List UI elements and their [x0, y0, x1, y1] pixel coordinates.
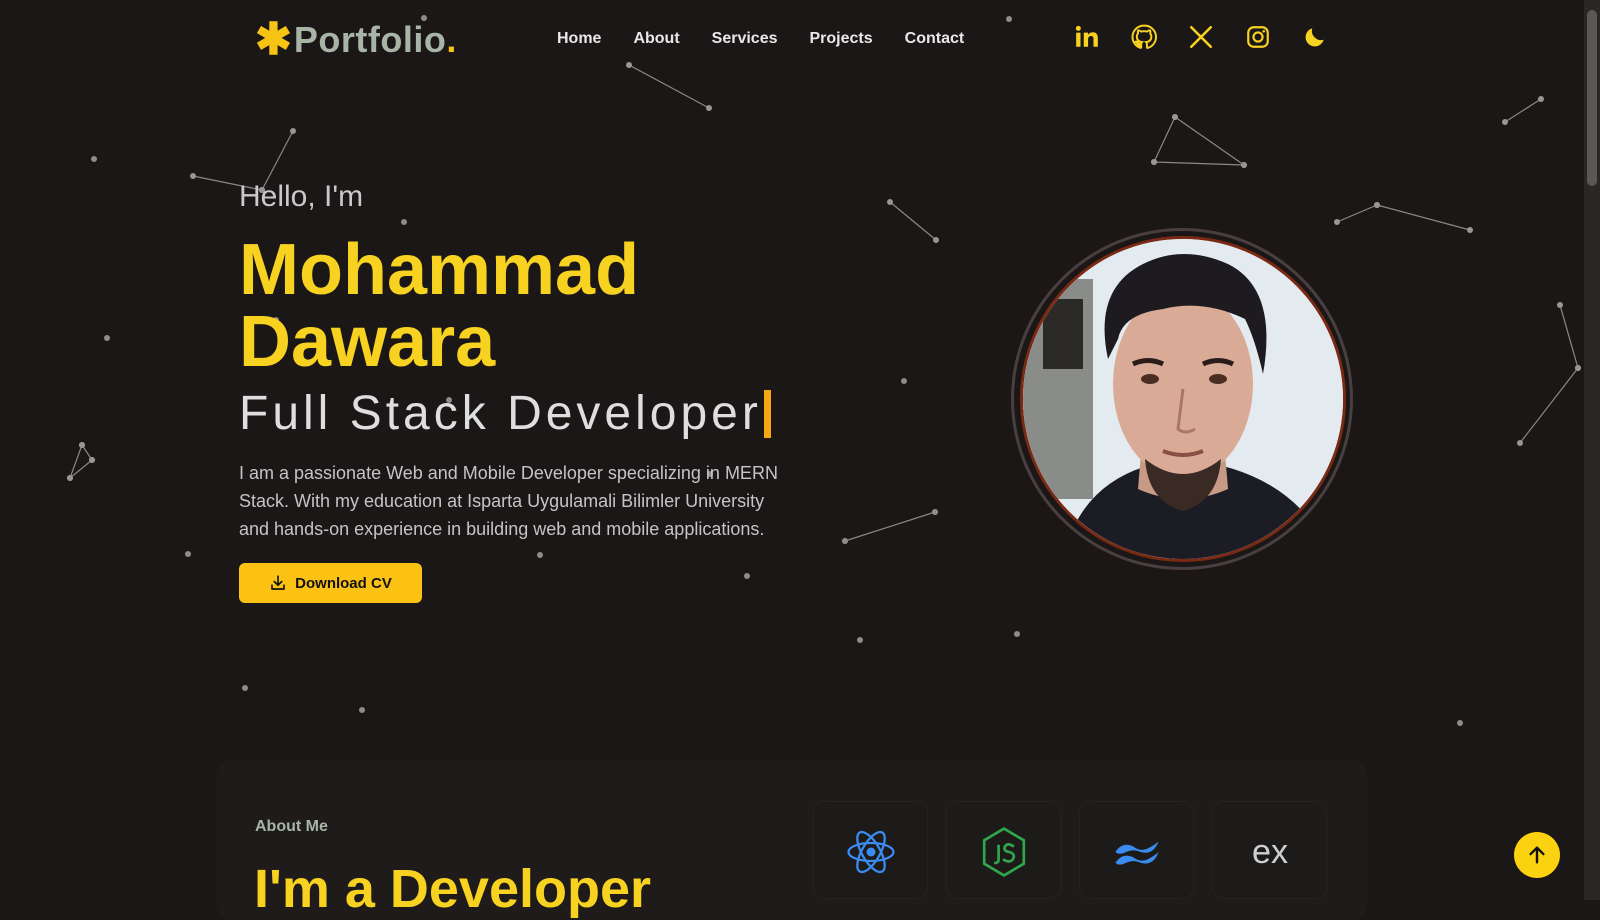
constellation-star — [901, 378, 907, 384]
nav-menu: Home About Services Projects Contact — [557, 30, 996, 48]
constellation-star — [1502, 119, 1508, 125]
brand-star-icon: ✱ — [255, 15, 292, 64]
constellation-line — [69, 459, 93, 479]
constellation-star — [1172, 114, 1178, 120]
hero-bio: I am a passionate Web and Mobile Develop… — [239, 463, 778, 539]
constellation-star — [1374, 202, 1380, 208]
hero-first-name: Mohammad — [239, 230, 640, 310]
profile-photo — [1020, 236, 1346, 562]
nav-services[interactable]: Services — [712, 30, 778, 48]
instagram-icon[interactable] — [1245, 24, 1271, 50]
constellation-star — [887, 199, 893, 205]
constellation-star — [932, 509, 938, 515]
arrow-up-icon — [1529, 846, 1545, 864]
constellation-line — [1336, 204, 1378, 223]
constellation-star — [1151, 159, 1157, 165]
nav-home[interactable]: Home — [557, 30, 601, 48]
social-links — [1074, 24, 1328, 50]
linkedin-icon[interactable] — [1074, 24, 1100, 50]
hero-role-text: Full Stack Developer — [239, 387, 762, 440]
typing-caret — [763, 389, 771, 438]
constellation-star — [1374, 202, 1380, 208]
tailwind-icon — [1114, 841, 1159, 865]
constellation-line — [1153, 116, 1176, 163]
tech-card-tailwind — [1079, 801, 1194, 899]
constellation-star — [1151, 159, 1157, 165]
constellation-star — [185, 551, 191, 557]
nav-projects[interactable]: Projects — [810, 30, 873, 48]
download-cv-button[interactable]: Download CV — [239, 563, 422, 603]
constellation-star — [706, 105, 712, 111]
x-icon[interactable] — [1188, 24, 1214, 50]
constellation-line — [1504, 98, 1542, 123]
constellation-star — [242, 685, 248, 691]
about-label: About Me — [255, 818, 328, 835]
constellation-star — [359, 707, 365, 713]
tech-card-nodejs — [946, 801, 1061, 899]
brand-dot: . — [446, 19, 457, 60]
constellation-star — [79, 442, 85, 448]
constellation-line — [889, 201, 937, 241]
moon-icon[interactable] — [1302, 24, 1328, 50]
constellation-star — [1538, 96, 1544, 102]
hero-greeting: Hello, I'm — [239, 180, 364, 213]
github-icon[interactable] — [1131, 24, 1157, 50]
constellation-star — [104, 335, 110, 341]
svg-text:ex: ex — [1251, 833, 1287, 871]
download-cv-label: Download CV — [295, 574, 392, 592]
constellation-star — [67, 475, 73, 481]
constellation-star — [79, 442, 85, 448]
constellation-star — [857, 637, 863, 643]
scroll-to-top-button[interactable] — [1514, 832, 1560, 878]
brand-logo[interactable]: ✱ Portfolio . — [255, 18, 456, 62]
constellation-star — [190, 173, 196, 179]
hero-name: Mohammad Dawara — [239, 234, 799, 378]
page-scrollbar[interactable] — [1584, 0, 1600, 900]
constellation-line — [69, 444, 83, 479]
hero-role: Full Stack Developer — [239, 386, 799, 441]
constellation-star — [933, 237, 939, 243]
nav-contact[interactable]: Contact — [905, 30, 965, 48]
constellation-star — [1241, 162, 1247, 168]
constellation-star — [1517, 440, 1523, 446]
nodejs-icon — [982, 827, 1025, 877]
constellation-star — [1557, 302, 1563, 308]
about-title: I'm a Developer — [254, 859, 652, 919]
constellation-star — [290, 128, 296, 134]
constellation-star — [89, 457, 95, 463]
constellation-star — [842, 538, 848, 544]
constellation-star — [1467, 227, 1473, 233]
express-icon: ex — [1251, 833, 1287, 871]
constellation-line — [1519, 367, 1579, 444]
constellation-star — [1172, 114, 1178, 120]
tech-stack: ex — [813, 801, 1327, 899]
tech-card-react — [813, 801, 928, 899]
constellation-star — [1014, 631, 1020, 637]
hero-last-name: Dawara — [239, 302, 496, 382]
tech-card-express: ex — [1212, 801, 1327, 899]
constellation-star — [1241, 162, 1247, 168]
hero-section: Hello, I'm Mohammad Dawara Full Stack De… — [239, 180, 799, 603]
constellation-star — [1575, 365, 1581, 371]
navbar: ✱ Portfolio . Home About Services Projec… — [0, 0, 1584, 80]
constellation-line — [1153, 161, 1245, 166]
nav-about[interactable]: About — [633, 30, 679, 48]
constellation-star — [842, 538, 848, 544]
constellation-line — [1174, 116, 1245, 166]
react-icon — [846, 830, 895, 874]
scrollbar-thumb[interactable] — [1587, 10, 1597, 186]
constellation-star — [1334, 219, 1340, 225]
constellation-star — [932, 509, 938, 515]
constellation-star — [91, 156, 97, 162]
constellation-star — [1457, 720, 1463, 726]
constellation-line — [81, 444, 93, 461]
constellation-star — [89, 457, 95, 463]
constellation-line — [1376, 204, 1471, 231]
brand-name: Portfolio — [293, 19, 447, 60]
constellation-star — [67, 475, 73, 481]
constellation-star — [1575, 365, 1581, 371]
constellation-line — [1559, 304, 1579, 369]
constellation-line — [844, 511, 936, 542]
download-icon — [271, 575, 285, 590]
